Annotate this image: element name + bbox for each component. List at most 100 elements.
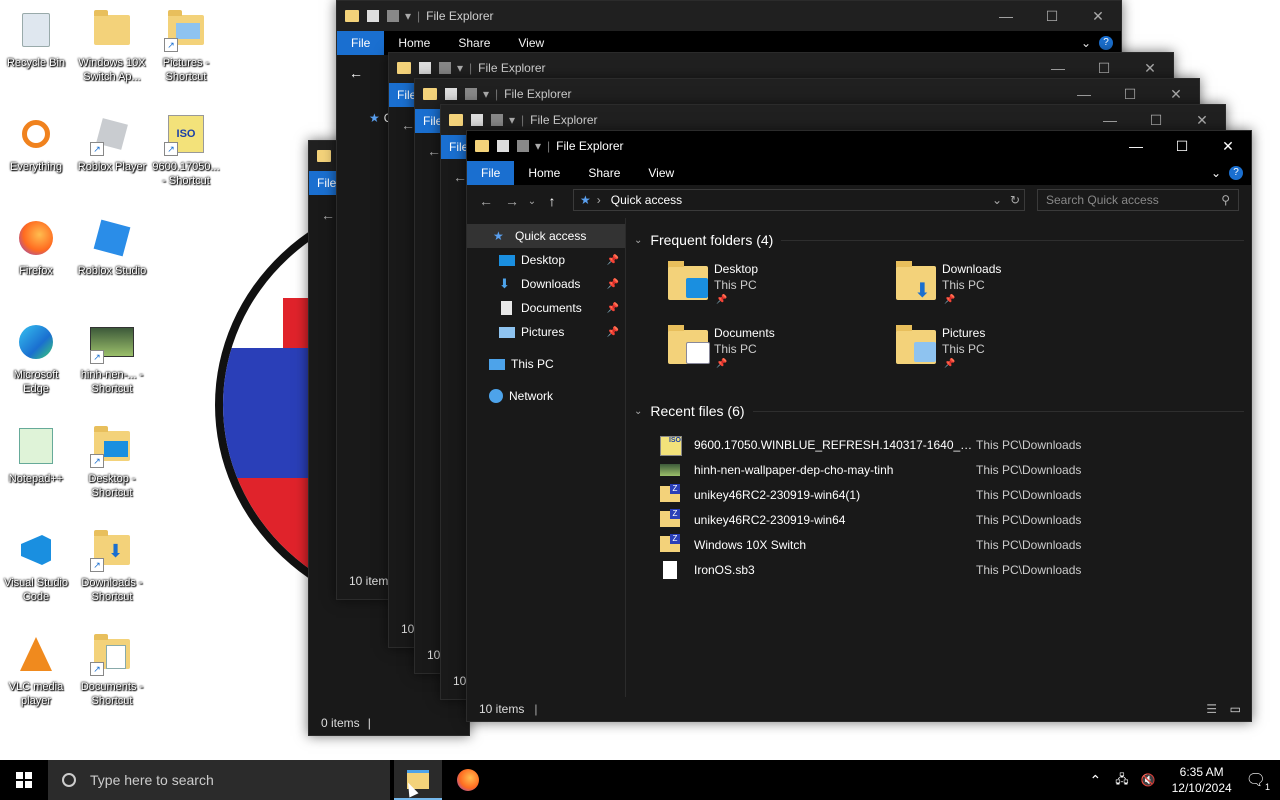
minimize-icon[interactable]: —	[1113, 131, 1159, 161]
properties-icon[interactable]	[497, 140, 509, 152]
frequent-folders-header[interactable]: ⌄ Frequent folders (4)	[634, 232, 1244, 248]
properties-icon[interactable]	[471, 114, 483, 126]
tab-file[interactable]: File	[337, 31, 385, 55]
new-folder-icon[interactable]	[465, 88, 477, 100]
expand-ribbon-icon[interactable]: ⌄	[1211, 166, 1221, 180]
search-input[interactable]: Search Quick access ⚲	[1037, 189, 1239, 211]
desktop-icon[interactable]: Notepad++	[0, 424, 72, 486]
desktop-icon[interactable]: Everything	[0, 112, 72, 174]
taskbar-firefox[interactable]	[444, 760, 492, 800]
up-arrow-icon[interactable]: ↑	[539, 193, 565, 209]
desktop-icon[interactable]: Visual Studio Code	[0, 528, 72, 604]
new-folder-icon[interactable]	[439, 62, 451, 74]
desktop-icon[interactable]: ↗ Documents - Shortcut	[76, 632, 148, 708]
tab-share[interactable]: Share	[574, 161, 634, 185]
desktop-icon[interactable]: Recycle Bin	[0, 8, 72, 70]
recent-file-row[interactable]: hinh-nen-wallpaper-dep-cho-may-tinh This …	[660, 459, 1251, 481]
desktop-icon[interactable]: ↗ hinh-nen-... - Shortcut	[76, 320, 148, 396]
search-icon: ⚲	[1221, 193, 1230, 207]
sidebar-item-pictures[interactable]: Pictures 📌	[467, 320, 625, 344]
file-name: unikey46RC2-230919-win64(1)	[694, 488, 861, 502]
desktop-icon[interactable]: Roblox Studio	[76, 216, 148, 278]
system-tray: ⌃ 🖧 🔇 6:35 AM 12/10/2024 🗨 1	[1082, 760, 1280, 800]
desktop-icon[interactable]: Microsoft Edge	[0, 320, 72, 396]
desktop-icon[interactable]: ↗ Roblox Player	[76, 112, 148, 174]
details-view-icon[interactable]: ☰	[1206, 702, 1217, 716]
recent-file-row[interactable]: Zunikey46RC2-230919-win64 This PC\Downloa…	[660, 509, 1251, 531]
back-arrow-icon[interactable]: ←	[349, 65, 363, 81]
pin-icon[interactable]: 📌	[607, 255, 619, 266]
sidebar-item-network[interactable]: Network	[467, 384, 625, 408]
recent-file-row[interactable]: Z Windows 10X Switch This PC\Downloads	[660, 534, 1251, 556]
start-button[interactable]	[0, 760, 48, 800]
help-icon[interactable]: ?	[1229, 166, 1243, 180]
file-location: This PC\Downloads	[976, 563, 1082, 577]
help-icon[interactable]: ?	[1099, 36, 1113, 50]
tab-file[interactable]: File	[467, 161, 515, 185]
properties-icon[interactable]	[445, 88, 457, 100]
desktop-icon[interactable]: Windows 10X Switch Ap...	[76, 8, 148, 84]
address-bar[interactable]: ★ › Quick access ⌄ ↻	[573, 189, 1025, 211]
pin-icon[interactable]: 📌	[607, 303, 619, 314]
notepadpp-icon	[14, 424, 58, 468]
sidebar-item-desktop[interactable]: Desktop 📌	[467, 248, 625, 272]
volume-muted-icon[interactable]: 🔇	[1141, 773, 1156, 787]
recent-file-row[interactable]: Zunikey46RC2-230919-win64(1) This PC\Down…	[660, 484, 1251, 506]
sidebar-item-downloads[interactable]: ⬇ Downloads 📌	[467, 272, 625, 296]
pin-icon[interactable]: 📌	[607, 279, 619, 290]
back-arrow-icon[interactable]: ←	[453, 169, 467, 185]
desktop-icon[interactable]: ⬇ ↗ Downloads - Shortcut	[76, 528, 148, 604]
sidebar-item-documents[interactable]: Documents 📌	[467, 296, 625, 320]
explorer-window-active[interactable]: ▾ | File Explorer — ☐ ✕ File Home Share Vie…	[466, 130, 1252, 722]
show-hidden-icons-icon[interactable]: ⌃	[1090, 772, 1102, 789]
taskbar-search-box[interactable]: Type here to search	[48, 760, 390, 800]
recent-locations-icon[interactable]: ⌄	[525, 196, 539, 207]
desktop-icon[interactable]: ↗ Pictures - Shortcut	[150, 8, 222, 84]
close-icon[interactable]: ✕	[1075, 1, 1121, 31]
recent-file-row[interactable]: ISO 9600.17050.WINBLUE_REFRESH.140317-164…	[660, 434, 1251, 456]
taskbar-file-explorer[interactable]	[394, 760, 442, 800]
recent-file-row[interactable]: IronOS.sb3 This PC\Downloads	[660, 559, 1251, 581]
new-folder-icon[interactable]	[517, 140, 529, 152]
desktop-icon[interactable]: Firefox	[0, 216, 72, 278]
maximize-icon[interactable]: ☐	[1029, 1, 1075, 31]
clock-date: 12/10/2024	[1171, 781, 1232, 795]
refresh-icon[interactable]: ↻	[1010, 193, 1020, 207]
minimize-icon[interactable]: —	[983, 1, 1029, 31]
status-bar: 10 items | ☰ ▭	[467, 697, 1251, 721]
desktop-icon-label: Roblox Player	[77, 161, 147, 173]
notification-icon[interactable]: 🗨 1	[1246, 770, 1270, 792]
desktop-icon[interactable]: ↗ Desktop - Shortcut	[76, 424, 148, 500]
network-status-icon[interactable]: 🖧	[1115, 770, 1128, 791]
pin-icon[interactable]: 📌	[607, 327, 619, 338]
new-folder-icon[interactable]	[387, 10, 399, 22]
chevron-down-icon[interactable]: ⌄	[1081, 36, 1091, 50]
properties-icon[interactable]	[419, 62, 431, 74]
sidebar-item-this-pc[interactable]: This PC	[467, 352, 625, 376]
back-arrow-icon[interactable]: ←	[473, 193, 499, 209]
new-folder-icon[interactable]	[491, 114, 503, 126]
firefox-icon	[14, 216, 58, 260]
tab-home[interactable]: Home	[514, 161, 574, 185]
properties-icon[interactable]	[367, 10, 379, 22]
tab-view[interactable]: View	[634, 161, 688, 185]
back-arrow-icon[interactable]: ←	[321, 207, 335, 223]
desktop-icon[interactable]: VLC media player	[0, 632, 72, 708]
desktop-folder-icon	[499, 254, 515, 266]
recent-files-header[interactable]: ⌄ Recent files (6)	[634, 403, 1244, 419]
address-dropdown-icon[interactable]: ⌄	[992, 193, 1002, 207]
sidebar-item-quick-access[interactable]: ★ Quick access	[467, 224, 625, 248]
frequent-folder-tile[interactable]: ⬇ Downloads This PC 📌	[896, 261, 1116, 312]
frequent-folder-tile[interactable]: Desktop This PC 📌	[668, 261, 888, 312]
clock[interactable]: 6:35 AM 12/10/2024	[1172, 764, 1232, 796]
desktop-icon[interactable]: ISO ↗ 9600.17050... - Shortcut	[150, 112, 222, 188]
maximize-icon[interactable]: ☐	[1159, 131, 1205, 161]
back-arrow-icon[interactable]: ←	[401, 117, 415, 133]
close-icon[interactable]: ✕	[1205, 131, 1251, 161]
tiles-view-icon[interactable]: ▭	[1230, 702, 1241, 716]
frequent-folder-tile[interactable]: Pictures This PC 📌	[896, 325, 1116, 376]
back-arrow-icon[interactable]: ←	[427, 143, 441, 159]
folder-location: This PC	[942, 342, 985, 356]
frequent-folder-tile[interactable]: Documents This PC 📌	[668, 325, 888, 376]
forward-arrow-icon[interactable]: →	[499, 193, 525, 209]
